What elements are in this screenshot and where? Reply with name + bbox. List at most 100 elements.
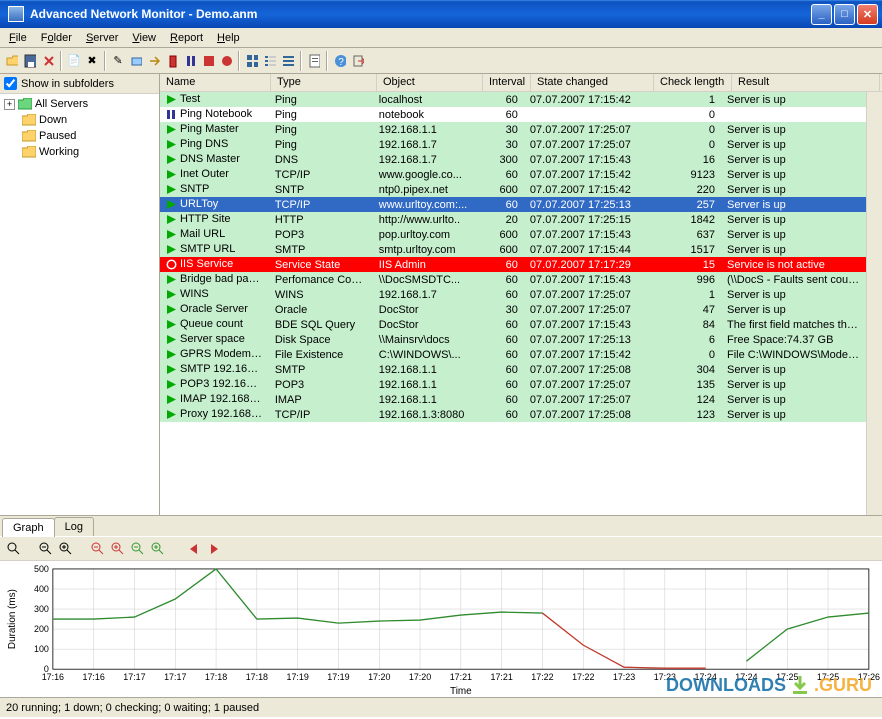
tree-root[interactable]: + All Servers bbox=[0, 96, 159, 112]
tab-log[interactable]: Log bbox=[54, 517, 94, 536]
zoom-out-icon[interactable] bbox=[38, 541, 54, 557]
table-row[interactable]: URLToyTCP/IPwww.urltoy.com:...6007.07.20… bbox=[160, 197, 866, 212]
table-row[interactable]: Mail URLPOP3pop.urltoy.com60007.07.2007 … bbox=[160, 227, 866, 242]
menu-view[interactable]: View bbox=[125, 30, 163, 46]
view-large-icon[interactable] bbox=[244, 53, 260, 69]
cell-type: SMTP bbox=[269, 244, 373, 256]
table-row[interactable]: GPRS Modem logFile ExistenceC:\WINDOWS\.… bbox=[160, 347, 866, 362]
table-row[interactable]: Oracle ServerOracleDocStor3007.07.2007 1… bbox=[160, 302, 866, 317]
zoom-in-icon[interactable] bbox=[58, 541, 74, 557]
cell-type: Service State bbox=[269, 259, 373, 271]
cell-name: HTTP Site bbox=[180, 213, 231, 225]
col-result[interactable]: Result bbox=[732, 74, 880, 91]
col-check[interactable]: Check length bbox=[654, 74, 732, 91]
cell-check: 0 bbox=[644, 124, 721, 136]
svg-text:17:21: 17:21 bbox=[490, 672, 512, 682]
table-row[interactable]: Queue countBDE SQL QueryDocStor6007.07.2… bbox=[160, 317, 866, 332]
cell-object: notebook bbox=[373, 109, 477, 121]
table-row[interactable]: DNS MasterDNS192.168.1.730007.07.2007 17… bbox=[160, 152, 866, 167]
new-folder-icon[interactable]: 📄 bbox=[66, 53, 82, 69]
col-type[interactable]: Type bbox=[271, 74, 377, 91]
status-text: 20 running; 1 down; 0 checking; 0 waitin… bbox=[6, 702, 259, 714]
status-icon bbox=[166, 169, 178, 181]
cell-type: Perfomance Counter bbox=[269, 274, 373, 286]
zoom-out-x-icon[interactable] bbox=[90, 541, 106, 557]
table-row[interactable]: SMTP 192.168.1.1SMTP192.168.1.16007.07.2… bbox=[160, 362, 866, 377]
bottom-tabs: Graph Log bbox=[0, 515, 882, 536]
menu-help[interactable]: Help bbox=[210, 30, 247, 46]
table-row[interactable]: Ping MasterPing192.168.1.13007.07.2007 1… bbox=[160, 122, 866, 137]
view-details-icon[interactable] bbox=[280, 53, 296, 69]
table-row[interactable]: IMAP 192.168.1.1IMAP192.168.1.16007.07.2… bbox=[160, 392, 866, 407]
save-icon[interactable] bbox=[22, 53, 38, 69]
table-row[interactable]: Ping NotebookPingnotebook600 bbox=[160, 107, 866, 122]
open-icon[interactable] bbox=[4, 53, 20, 69]
show-subfolders-checkbox[interactable] bbox=[4, 77, 17, 90]
cell-check: 16 bbox=[644, 154, 721, 166]
edit-icon[interactable]: ✎ bbox=[110, 53, 126, 69]
menu-server[interactable]: Server bbox=[79, 30, 125, 46]
cell-type: Ping bbox=[269, 94, 373, 106]
table-row[interactable]: POP3 192.168.1.1POP3192.168.1.16007.07.2… bbox=[160, 377, 866, 392]
menu-file[interactable]: File bbox=[2, 30, 34, 46]
cell-state: 07.07.2007 17:25:08 bbox=[524, 364, 645, 376]
status-icon bbox=[166, 184, 178, 196]
exit-icon[interactable] bbox=[350, 53, 366, 69]
maximize-button[interactable]: □ bbox=[834, 4, 855, 25]
table-row[interactable]: SMTP URLSMTPsmtp.urltoy.com60007.07.2007… bbox=[160, 242, 866, 257]
table-row[interactable]: Inet OuterTCP/IPwww.google.co...6007.07.… bbox=[160, 167, 866, 182]
table-row[interactable]: IIS ServiceService StateIIS Admin6007.07… bbox=[160, 257, 866, 272]
table-row[interactable]: SNTPSNTPntp0.pipex.net60007.07.2007 17:1… bbox=[160, 182, 866, 197]
view-list-icon[interactable] bbox=[262, 53, 278, 69]
col-state[interactable]: State changed bbox=[531, 74, 654, 91]
table-row[interactable]: Bridge bad packetsPerfomance Counter\\Do… bbox=[160, 272, 866, 287]
zoom-in-y-icon[interactable] bbox=[150, 541, 166, 557]
cell-result: Server is up bbox=[721, 394, 866, 406]
minimize-button[interactable]: _ bbox=[811, 4, 832, 25]
cell-state: 07.07.2007 17:15:42 bbox=[524, 94, 645, 106]
cell-type: File Existence bbox=[269, 349, 373, 361]
col-object[interactable]: Object bbox=[377, 74, 483, 91]
status-icon bbox=[166, 394, 178, 406]
col-interval[interactable]: Interval bbox=[483, 74, 531, 91]
scroll-right-icon[interactable] bbox=[206, 541, 222, 557]
cell-state: 07.07.2007 17:25:08 bbox=[524, 409, 645, 421]
table-row[interactable]: HTTP SiteHTTPhttp://www.urlto..2007.07.2… bbox=[160, 212, 866, 227]
cell-state: 07.07.2007 17:15:42 bbox=[524, 169, 645, 181]
scroll-left-icon[interactable] bbox=[186, 541, 202, 557]
close-button[interactable]: ✕ bbox=[857, 4, 878, 25]
zoom-out-y-icon[interactable] bbox=[130, 541, 146, 557]
menu-report[interactable]: Report bbox=[163, 30, 210, 46]
record-icon[interactable] bbox=[218, 53, 234, 69]
table-row[interactable]: Ping DNSPing192.168.1.73007.07.2007 17:2… bbox=[160, 137, 866, 152]
tree-item-paused[interactable]: Paused bbox=[0, 128, 159, 144]
tab-graph[interactable]: Graph bbox=[2, 518, 55, 537]
cell-interval: 60 bbox=[477, 334, 524, 346]
expand-icon[interactable]: + bbox=[4, 99, 15, 110]
delete-folder-icon[interactable]: ✖ bbox=[84, 53, 100, 69]
zoom-in-x-icon[interactable] bbox=[110, 541, 126, 557]
table-row[interactable]: WINSWINS192.168.1.76007.07.2007 17:25:07… bbox=[160, 287, 866, 302]
table-row[interactable]: Proxy 192.168.1.3TCP/IP192.168.1.3:80806… bbox=[160, 407, 866, 422]
col-name[interactable]: Name bbox=[160, 74, 271, 91]
table-row[interactable]: Server spaceDisk Space\\Mainsrv\docs6007… bbox=[160, 332, 866, 347]
pause-icon[interactable] bbox=[182, 53, 198, 69]
report-icon[interactable] bbox=[306, 53, 322, 69]
grid-scrollbar[interactable] bbox=[866, 92, 882, 515]
grid-body[interactable]: TestPinglocalhost6007.07.2007 17:15:421S… bbox=[160, 92, 866, 515]
menu-folder[interactable]: Folder bbox=[34, 30, 79, 46]
tools-icon[interactable] bbox=[40, 53, 56, 69]
zoom-reset-icon[interactable] bbox=[6, 541, 22, 557]
toolbar: 📄 ✖ ✎ ? bbox=[0, 48, 882, 74]
tree-item-down[interactable]: Down bbox=[0, 112, 159, 128]
new-server-icon[interactable] bbox=[128, 53, 144, 69]
arrow-icon[interactable] bbox=[146, 53, 162, 69]
stop-icon[interactable] bbox=[200, 53, 216, 69]
remove-server-icon[interactable] bbox=[164, 53, 180, 69]
tree-item-working[interactable]: Working bbox=[0, 144, 159, 160]
cell-interval: 300 bbox=[477, 154, 524, 166]
cell-name: SNTP bbox=[180, 183, 209, 195]
cell-state: 07.07.2007 17:25:07 bbox=[524, 304, 645, 316]
help-icon[interactable]: ? bbox=[332, 53, 348, 69]
table-row[interactable]: TestPinglocalhost6007.07.2007 17:15:421S… bbox=[160, 92, 866, 107]
